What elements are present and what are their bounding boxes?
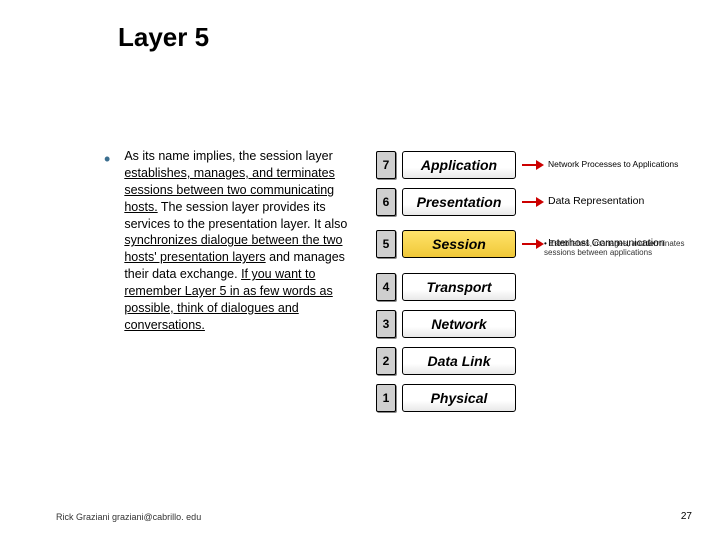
footer-author: Rick Graziani graziani@cabrillo. edu: [56, 512, 201, 522]
layer-desc: Network Processes to Applications: [548, 160, 678, 169]
body-content: • As its name implies, the session layer…: [104, 148, 354, 334]
layer-subdesc: •Establishes, manages, and terminates se…: [544, 240, 700, 258]
layer-num: 3: [376, 310, 396, 338]
layer-name: Presentation: [402, 188, 516, 216]
layer-row-5: 5 Session Interhost Communication •Estab…: [376, 220, 700, 268]
layer-row-6: 6 Presentation Data Representation: [376, 183, 700, 220]
layer-name: Transport: [402, 273, 516, 301]
layer-row-7: 7 Application Network Processes to Appli…: [376, 146, 700, 183]
layer-num: 1: [376, 384, 396, 412]
para-t1: As its name implies, the session layer: [124, 149, 332, 163]
layer-num: 2: [376, 347, 396, 375]
page-title: Layer 5: [118, 22, 209, 53]
layer-num: 4: [376, 273, 396, 301]
layer-subdesc-text: Establishes, manages, and terminates ses…: [544, 239, 684, 257]
layer-name: Application: [402, 151, 516, 179]
para-t2: The session layer provides its services …: [124, 200, 347, 231]
layer-num: 5: [376, 230, 396, 258]
layer-row-1: 1 Physical: [376, 379, 700, 416]
layer-row-2: 2 Data Link: [376, 342, 700, 379]
layer-desc: Data Representation: [548, 196, 644, 207]
layer-name: Data Link: [402, 347, 516, 375]
layer-name: Network: [402, 310, 516, 338]
bullet-icon: •: [104, 150, 110, 168]
layer-name: Physical: [402, 384, 516, 412]
page-number: 27: [681, 511, 692, 522]
arrow-icon: [522, 239, 544, 249]
arrow-icon: [522, 160, 544, 170]
layer-row-4: 4 Transport: [376, 268, 700, 305]
layer-name-highlighted: Session: [402, 230, 516, 258]
osi-diagram: 7 Application Network Processes to Appli…: [376, 146, 700, 416]
layer-num: 6: [376, 188, 396, 216]
arrow-icon: [522, 197, 544, 207]
layer-row-3: 3 Network: [376, 305, 700, 342]
paragraph-text: As its name implies, the session layer e…: [124, 148, 354, 334]
layer-num: 7: [376, 151, 396, 179]
